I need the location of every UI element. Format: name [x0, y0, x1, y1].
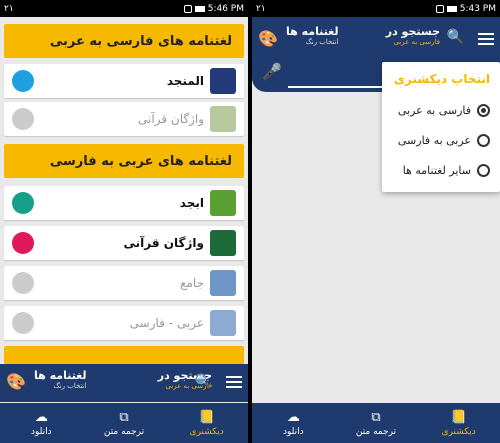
- download-icon: ☁: [286, 409, 300, 425]
- battery-icon: [446, 5, 457, 12]
- color-dot[interactable]: [12, 272, 34, 294]
- bottom-nav: ☁ دانلود ⧉ ترجمه متن 📒 دیکشنری: [252, 403, 500, 443]
- app-bar: 🎨 لغتنامه ها انتخاب رنگ جستجو در فارسی ب…: [0, 364, 248, 402]
- quranic-words-logo-icon: [210, 106, 236, 132]
- radio-icon[interactable]: [477, 164, 490, 177]
- status-time: 5:46 PM: [207, 3, 244, 14]
- battery-icon: [194, 5, 205, 12]
- bottom-nav: ☁ دانلود ⧉ ترجمه متن 📒 دیکشنری: [0, 403, 248, 443]
- section-header-partial: [4, 346, 244, 364]
- dictionaries-button[interactable]: لغتنامه ها انتخاب رنگ: [34, 369, 87, 390]
- option-ar-fa[interactable]: عربی به فارسی: [398, 134, 490, 147]
- dict-row-abjad[interactable]: ابجد: [4, 186, 244, 220]
- quranic-words-logo-icon: [210, 230, 236, 256]
- microphone-icon[interactable]: 🎤: [262, 62, 282, 81]
- nav-download[interactable]: ☁ دانلود: [252, 403, 335, 443]
- abjad-logo-icon: [210, 190, 236, 216]
- radio-icon[interactable]: [477, 104, 490, 117]
- nav-translate[interactable]: ⧉ ترجمه متن: [83, 403, 166, 443]
- section-header-ar-fa: لغتنامه های عربی به فارسی: [4, 144, 244, 178]
- color-dot[interactable]: [12, 70, 34, 92]
- alarm-icon: [435, 4, 444, 13]
- nav-translate[interactable]: ⧉ ترجمه متن: [335, 403, 418, 443]
- nav-download[interactable]: ☁ دانلود: [0, 403, 83, 443]
- translate-icon: ⧉: [371, 409, 381, 425]
- dict-row-quranic-words[interactable]: واژگان قرآنی: [4, 102, 244, 136]
- nav-dictionary[interactable]: 📒 دیکشنری: [417, 403, 500, 443]
- menu-icon[interactable]: [478, 33, 494, 48]
- carrier-label: ۲۱: [4, 3, 14, 14]
- app-bar: 🎨 لغتنامه ها انتخاب رنگ جستجو در فارسی ب…: [252, 17, 500, 62]
- carrier-label: ۲۱: [256, 3, 266, 14]
- status-bar: ۲۱ 5:43 PM: [252, 0, 500, 17]
- section-header-fa-ar: لغتنامه های فارسی به عربی: [4, 24, 244, 58]
- color-dot[interactable]: [12, 192, 34, 214]
- status-time: 5:43 PM: [459, 3, 496, 14]
- radio-icon[interactable]: [477, 134, 490, 147]
- search-icon[interactable]: 🔍: [447, 29, 464, 45]
- left-screen: ۲۱ 5:46 PM لغتنامه های فارسی به عربی الم…: [0, 0, 248, 443]
- menu-icon[interactable]: [226, 376, 242, 391]
- dict-name: واژگان قرآنی: [123, 236, 204, 250]
- dict-name: ابجد: [179, 196, 204, 210]
- search-in-button[interactable]: جستجو در فارسی به عربی: [386, 25, 440, 46]
- dict-name: جامع: [180, 276, 204, 290]
- option-other[interactable]: سایر لغتنامه ها: [403, 164, 490, 177]
- dict-name: المنجد: [166, 74, 204, 88]
- dict-row-jame[interactable]: جامع: [4, 266, 244, 300]
- palette-icon[interactable]: 🎨: [6, 372, 26, 391]
- right-screen: ۲۱ 5:43 PM 🎨 لغتنامه ها انتخاب رنگ جستجو…: [252, 0, 500, 443]
- dictionary-select-popup: انتخاب دیکشنری فارسی به عربی عربی به فار…: [382, 62, 500, 192]
- popup-title: انتخاب دیکشنری: [393, 72, 490, 86]
- nav-dictionary[interactable]: 📒 دیکشنری: [165, 403, 248, 443]
- dict-name: واژگان قرآنی: [138, 112, 204, 126]
- palette-icon[interactable]: 🎨: [258, 29, 278, 48]
- jame-logo-icon: [210, 270, 236, 296]
- download-icon: ☁: [34, 409, 48, 425]
- option-fa-ar[interactable]: فارسی به عربی: [398, 104, 490, 117]
- status-bar: ۲۱ 5:46 PM: [0, 0, 248, 17]
- dictionary-icon: 📒: [450, 409, 467, 425]
- dictionaries-button[interactable]: لغتنامه ها انتخاب رنگ: [286, 25, 339, 46]
- dict-row-arabic-persian[interactable]: عربی - فارسی: [4, 306, 244, 340]
- translate-icon: ⧉: [119, 409, 129, 425]
- dictionary-icon: 📒: [198, 409, 215, 425]
- dict-name: عربی - فارسی: [129, 316, 204, 330]
- dict-row-quranic-words-2[interactable]: واژگان قرآنی: [4, 226, 244, 260]
- dict-row-almunjid[interactable]: المنجد: [4, 64, 244, 98]
- color-dot[interactable]: [12, 232, 34, 254]
- arabic-persian-logo-icon: [210, 310, 236, 336]
- search-icon[interactable]: 🔍: [195, 374, 212, 390]
- almunjid-logo-icon: [210, 68, 236, 94]
- alarm-icon: [183, 4, 192, 13]
- color-dot[interactable]: [12, 108, 34, 130]
- color-dot[interactable]: [12, 312, 34, 334]
